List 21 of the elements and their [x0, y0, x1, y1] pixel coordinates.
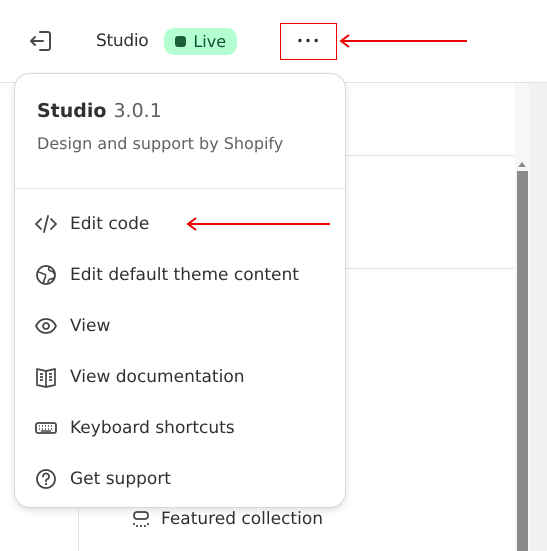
menu-subtitle: Design and support by Shopify — [37, 134, 284, 153]
more-button[interactable]: ••• — [282, 24, 336, 58]
globe-icon — [35, 264, 57, 286]
theme-name: Studio — [96, 31, 148, 51]
menu-item[interactable]: View documentation — [15, 351, 345, 402]
menu-item[interactable]: Edit default theme content — [15, 249, 345, 300]
app-name: Studio — [37, 100, 106, 122]
menu-item[interactable]: Get support — [15, 453, 345, 504]
scrollbar[interactable] — [515, 83, 529, 551]
menu-item[interactable]: Edit code — [15, 198, 345, 249]
app-version: 3.0.1 — [113, 100, 162, 122]
code-icon — [35, 212, 57, 234]
section-item[interactable]: Featured collection — [161, 509, 323, 529]
scroll-up-icon[interactable] — [518, 161, 526, 167]
book-icon — [35, 366, 57, 388]
help-icon — [35, 468, 57, 490]
section-icon — [131, 509, 151, 529]
exit-icon[interactable] — [28, 29, 54, 53]
menu-item[interactable]: View — [15, 300, 345, 351]
status-label: Live — [193, 32, 226, 50]
menu-item[interactable]: Keyboard shortcuts — [15, 402, 345, 453]
